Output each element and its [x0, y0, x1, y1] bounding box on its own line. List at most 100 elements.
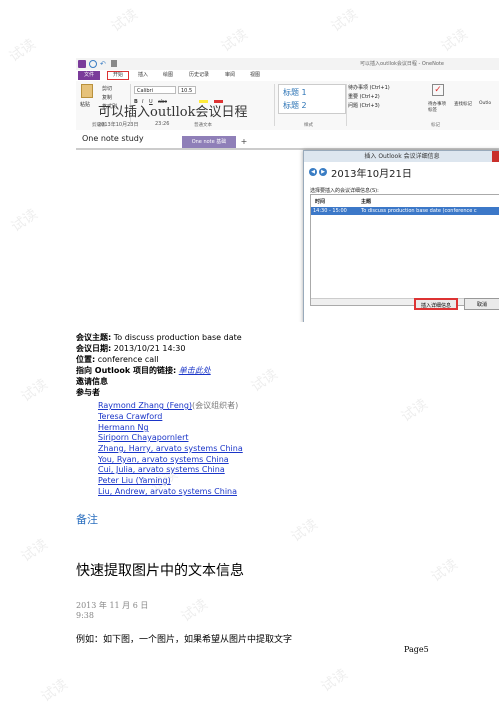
- section-tab[interactable]: One note 基础: [182, 136, 236, 148]
- cut-button[interactable]: 剪切: [102, 85, 112, 92]
- page-title: 可以插入outllok会议日程: [98, 105, 248, 120]
- page-date: 2013年10月23日: [98, 122, 139, 128]
- subject-label: 会议主题:: [76, 333, 112, 342]
- font-group-label: 普通文本: [194, 123, 212, 128]
- column-header-subject[interactable]: 主题: [361, 198, 371, 205]
- notes-heading: 备注: [76, 513, 98, 526]
- section-date: 2013 年 11 月 6 日: [76, 601, 149, 610]
- invite-label: 邀请信息: [76, 377, 108, 386]
- window-title: 可以插入outllok会议日程 - OneNote: [360, 61, 444, 67]
- tab-home[interactable]: 开始: [107, 71, 129, 80]
- tag-important[interactable]: 重要 (Ctrl+2): [348, 93, 380, 100]
- subject-value: To discuss production base date: [111, 333, 242, 342]
- outlook-link-line: 指向 Outlook 项目的链接: 单击此处: [76, 366, 211, 376]
- style-heading2[interactable]: 标题 2: [283, 100, 307, 111]
- paste-button[interactable]: 粘贴: [80, 101, 90, 108]
- tab-view[interactable]: 视图: [246, 71, 264, 80]
- meeting-date-line: 会议日期: 2013/10/21 14:30: [76, 344, 185, 354]
- title-bar: ↶ 可以插入outllok会议日程 - OneNote: [76, 58, 499, 70]
- cancel-button[interactable]: 取消: [464, 298, 499, 310]
- dialog-title: 插入 Outlook 会议详细信息: [304, 151, 499, 162]
- todo-tag-button[interactable]: 待办事项 标签: [428, 101, 446, 113]
- back-icon[interactable]: [89, 60, 97, 68]
- body-paragraph: 例如：如下图，一个图片，如果希望从图片中提取文字: [76, 635, 293, 645]
- meeting-row[interactable]: 14:30 - 15:00 To discuss production base…: [311, 207, 499, 215]
- attendee-link[interactable]: Zhang, Harry, arvato systems China: [98, 444, 243, 454]
- attendee-link[interactable]: You, Ryan, arvato systems China: [98, 455, 229, 465]
- meeting-time: 14:30 - 15:00: [313, 208, 347, 214]
- divider: [346, 84, 347, 126]
- dialog-date: 2013年10月21日: [331, 169, 412, 180]
- attendee-link[interactable]: Hermann Ng: [98, 423, 149, 433]
- divider: [274, 84, 275, 126]
- tab-history[interactable]: 历史记录: [184, 71, 214, 80]
- outlook-item-link[interactable]: 单击此处: [179, 366, 211, 375]
- location-value: conference call: [95, 355, 159, 364]
- undo-icon[interactable]: ↶: [100, 60, 108, 68]
- outlook-tasks-button[interactable]: Outlo: [479, 101, 491, 106]
- style-heading1[interactable]: 标题 1: [283, 87, 307, 98]
- insert-details-button[interactable]: 插入详细信息: [414, 298, 458, 310]
- attendee-link[interactable]: Siriporn Chayapornlert: [98, 433, 189, 443]
- attendees-label: 参与者: [76, 388, 100, 397]
- outlook-link-label: 指向 Outlook 项目的链接:: [76, 366, 177, 375]
- tab-insert[interactable]: 插入: [134, 71, 152, 80]
- checkbox-icon[interactable]: ✓: [432, 84, 444, 96]
- watermark: 试读: [288, 516, 321, 546]
- watermark: 试读: [248, 366, 281, 396]
- meeting-list[interactable]: 时间 主题 14:30 - 15:00 To discuss productio…: [310, 194, 499, 306]
- font-size-select[interactable]: 10.5: [178, 86, 196, 94]
- attendee-link[interactable]: Raymond Zhang (Feng) (会议组织者): [98, 401, 238, 411]
- watermark: 试读: [38, 676, 71, 706]
- watermark: 试读: [18, 536, 51, 566]
- watermark: 试读: [108, 6, 141, 36]
- watermark: 试读: [328, 6, 361, 36]
- close-button[interactable]: [492, 151, 499, 162]
- dock-icon[interactable]: [111, 60, 117, 67]
- watermark: 试读: [428, 556, 461, 586]
- section-time: 9:38: [76, 611, 94, 620]
- meeting-location-line: 位置: conference call: [76, 355, 159, 365]
- watermark: 试读: [398, 396, 431, 426]
- attendee-link[interactable]: Liu, Andrew, arvato systems China: [98, 487, 237, 497]
- tab-review[interactable]: 审阅: [221, 71, 239, 80]
- watermark: 试读: [178, 596, 211, 626]
- paste-icon[interactable]: [81, 84, 93, 98]
- tags-group-label: 标记: [431, 123, 440, 128]
- next-day-button[interactable]: ▶: [319, 168, 327, 176]
- meeting-subject: To discuss production base date (confere…: [361, 208, 477, 214]
- watermark: 试读: [218, 26, 251, 56]
- meeting-subject-line: 会议主题: To discuss production base date: [76, 333, 242, 343]
- watermark: 试读: [438, 26, 471, 56]
- tab-draw[interactable]: 绘图: [159, 71, 177, 80]
- tag-question[interactable]: 问题 (Ctrl+3): [348, 102, 380, 109]
- page-number: Page5: [404, 645, 429, 654]
- tag-todo[interactable]: 待办事项 (Ctrl+1): [348, 84, 390, 91]
- watermark: 试读: [8, 206, 41, 236]
- attendee-link[interactable]: Peter Liu (Yaming): [98, 476, 171, 486]
- date-label: 会议日期:: [76, 344, 112, 353]
- font-name-select[interactable]: Calibri: [134, 86, 176, 94]
- section-heading: 快速提取图片中的文本信息: [76, 563, 244, 579]
- previous-day-button[interactable]: ◀: [309, 168, 317, 176]
- notebook-bar: One note study One note 基础 +: [76, 130, 499, 150]
- watermark: 试读: [6, 36, 39, 66]
- tab-file[interactable]: 文件: [78, 71, 100, 80]
- date-value: 2013/10/21 14:30: [111, 344, 186, 353]
- add-section-button[interactable]: +: [238, 136, 250, 148]
- outlook-meeting-dialog: 插入 Outlook 会议详细信息 ◀ ▶ 2013年10月21日 选择要插入的…: [303, 150, 499, 322]
- attendee-link[interactable]: Teresa Crawford: [98, 412, 162, 422]
- notebook-selector[interactable]: One note study: [82, 134, 144, 143]
- styles-gallery[interactable]: 标题 1 标题 2: [278, 84, 346, 114]
- watermark: 试读: [18, 376, 51, 406]
- styles-group-label: 样式: [304, 123, 313, 128]
- location-label: 位置:: [76, 355, 96, 364]
- page-time: 23:26: [155, 121, 170, 127]
- column-header-time[interactable]: 时间: [315, 198, 325, 205]
- onenote-logo-icon: [78, 60, 86, 68]
- attendee-link[interactable]: Cui, Julia, arvato systems China: [98, 465, 225, 475]
- organizer-note: (会议组织者): [192, 401, 239, 410]
- watermark: 试读: [318, 666, 351, 696]
- copy-button[interactable]: 复制: [102, 94, 112, 101]
- find-tags-button[interactable]: 查找标记: [454, 101, 472, 107]
